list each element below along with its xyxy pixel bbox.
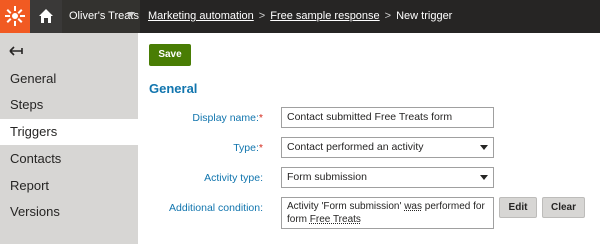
required-mark: * xyxy=(258,142,263,154)
main-content: Save General Display name:* Contact subm… xyxy=(138,33,600,244)
sidebar: General Steps Triggers Contacts Report V… xyxy=(0,33,138,244)
activity-type-label: Activity type: xyxy=(204,172,263,184)
chevron-down-icon xyxy=(480,175,488,180)
save-button[interactable]: Save xyxy=(149,44,191,66)
section-title: General xyxy=(149,81,198,96)
breadcrumb-marketing-automation[interactable]: Marketing automation xyxy=(148,10,254,22)
top-bar: Oliver's Treats Marketing automation > Fre… xyxy=(0,0,600,33)
site-selector[interactable]: Oliver's Treats xyxy=(62,0,140,33)
sidebar-item-general[interactable]: General xyxy=(0,66,138,92)
sidebar-item-report[interactable]: Report xyxy=(0,173,138,199)
additional-condition-label: Additional condition: xyxy=(169,202,263,214)
sidebar-item-versions[interactable]: Versions xyxy=(0,199,138,225)
type-select[interactable]: Contact performed an activity xyxy=(281,137,494,158)
edit-button[interactable]: Edit xyxy=(499,197,537,218)
condition-line-1: Activity 'Form submission' was performed… xyxy=(287,201,485,212)
display-name-input[interactable]: Contact submitted Free Treats form xyxy=(281,107,494,128)
breadcrumb-free-sample-response[interactable]: Free sample response xyxy=(270,10,379,22)
home-button[interactable] xyxy=(30,0,62,33)
sidebar-item-triggers[interactable]: Triggers xyxy=(0,119,138,145)
activity-type-select[interactable]: Form submission xyxy=(281,167,494,188)
breadcrumb: Marketing automation > Free sample respons… xyxy=(148,0,452,33)
additional-condition-display: Activity 'Form submission' was performed… xyxy=(281,197,494,229)
home-icon xyxy=(39,9,53,23)
type-select-value: Contact performed an activity xyxy=(287,141,424,153)
activity-type-select-value: Form submission xyxy=(287,171,367,183)
back-arrow-icon[interactable] xyxy=(9,43,23,60)
kentico-logo-icon[interactable] xyxy=(0,0,30,33)
chevron-down-icon xyxy=(480,145,488,150)
condition-line-2: form Free Treats xyxy=(287,214,361,225)
required-mark: * xyxy=(258,112,263,124)
type-label: Type:* xyxy=(233,142,263,154)
sidebar-item-contacts[interactable]: Contacts xyxy=(0,146,138,172)
breadcrumb-separator-icon: > xyxy=(384,10,392,22)
clear-button[interactable]: Clear xyxy=(542,197,585,218)
sidebar-item-steps[interactable]: Steps xyxy=(0,92,138,118)
breadcrumb-current: New trigger xyxy=(396,10,453,22)
chevron-down-icon xyxy=(127,12,135,17)
display-name-label: Display name:* xyxy=(192,112,263,124)
breadcrumb-separator-icon: > xyxy=(258,10,266,22)
